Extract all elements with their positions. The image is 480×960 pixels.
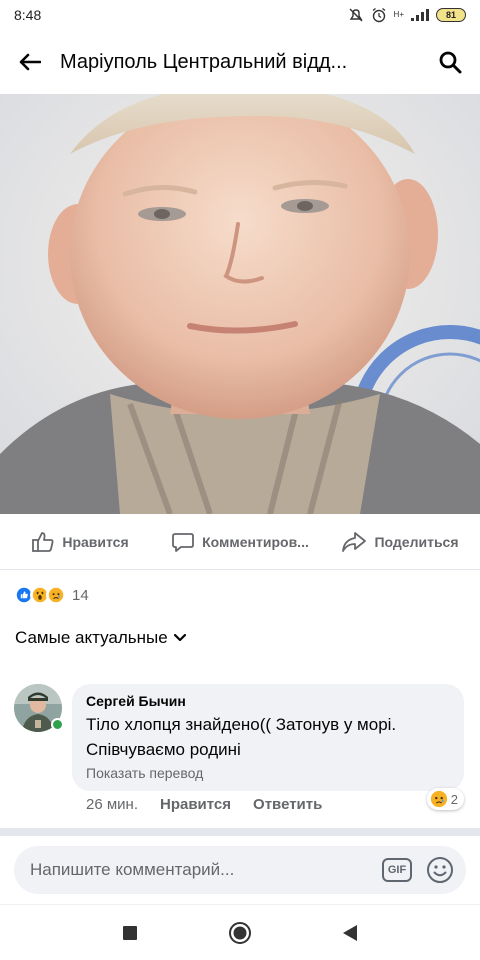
comment-sort-dropdown[interactable]: Самые актуальные <box>15 628 186 648</box>
arrow-left-icon <box>19 53 41 71</box>
comment-author[interactable]: Сергей Бычин <box>86 693 450 709</box>
triangle-back-icon <box>343 924 357 941</box>
portrait-image <box>0 94 480 514</box>
page-title: Маріуполь Центральний відд... <box>60 50 348 73</box>
post-photo[interactable] <box>0 94 480 514</box>
comment-input[interactable] <box>30 860 382 880</box>
gif-button[interactable]: GIF <box>382 858 412 882</box>
emoji-button[interactable] <box>426 856 454 884</box>
comment-time: 26 мин. <box>86 796 138 813</box>
comment-bubble-icon <box>172 532 195 552</box>
reaction-icons <box>14 585 66 605</box>
square-icon <box>123 925 137 940</box>
smiley-icon <box>427 857 453 883</box>
reactions-summary[interactable]: 14 <box>14 582 89 608</box>
sort-label: Самые актуальные <box>15 628 168 647</box>
back-button[interactable] <box>0 30 60 94</box>
signal-icon <box>411 9 429 21</box>
home-button[interactable] <box>225 918 255 948</box>
comment-like-button[interactable]: Нравится <box>160 796 231 813</box>
status-icons: Н+ 81 <box>348 7 466 23</box>
comment-bubble: Сергей Бычин Тіло хлопця знайдено(( Зато… <box>72 684 464 791</box>
like-label: Нравится <box>62 533 129 550</box>
status-time: 8:48 <box>14 7 42 23</box>
back-nav-button[interactable] <box>335 918 365 948</box>
comment-reaction-badge[interactable]: 2 <box>426 788 464 810</box>
post-action-bar: Нравится Комментиров... Поделиться <box>0 514 480 570</box>
comment-meta: 26 мин. Нравится Ответить <box>86 796 322 813</box>
share-arrow-icon <box>342 531 367 552</box>
comment-text: Тіло хлопця знайдено(( Затонув у морі. С… <box>86 715 397 759</box>
section-divider <box>0 828 480 836</box>
home-circle-icon <box>229 921 251 944</box>
online-status-dot <box>51 718 64 731</box>
chevron-down-icon <box>173 634 186 642</box>
recents-button[interactable] <box>115 918 145 948</box>
share-button[interactable]: Поделиться <box>320 530 480 554</box>
search-button[interactable] <box>420 30 480 94</box>
app-header: Маріуполь Центральний відд... <box>0 30 480 94</box>
sad-reaction-icon <box>46 585 66 605</box>
comment-composer: GIF <box>14 846 466 894</box>
comment-label: Комментиров... <box>202 533 309 550</box>
network-type: Н+ <box>393 10 404 19</box>
share-label: Поделиться <box>374 533 459 550</box>
comment-reply-button[interactable]: Ответить <box>253 796 322 813</box>
thumbs-up-icon <box>32 531 54 552</box>
comment-reaction-count: 2 <box>450 791 458 807</box>
mute-icon <box>349 8 363 22</box>
like-button[interactable]: Нравится <box>0 530 160 554</box>
alarm-icon <box>372 7 385 23</box>
comment-button[interactable]: Комментиров... <box>160 530 320 554</box>
status-bar: 8:48 Н+ 81 <box>0 0 480 30</box>
sad-reaction-icon <box>430 790 447 808</box>
search-icon <box>439 51 462 74</box>
system-nav-bar <box>0 904 480 960</box>
show-translation-link[interactable]: Показать перевод <box>86 765 450 781</box>
battery-indicator: 81 <box>436 8 466 22</box>
reaction-count: 14 <box>72 586 89 604</box>
